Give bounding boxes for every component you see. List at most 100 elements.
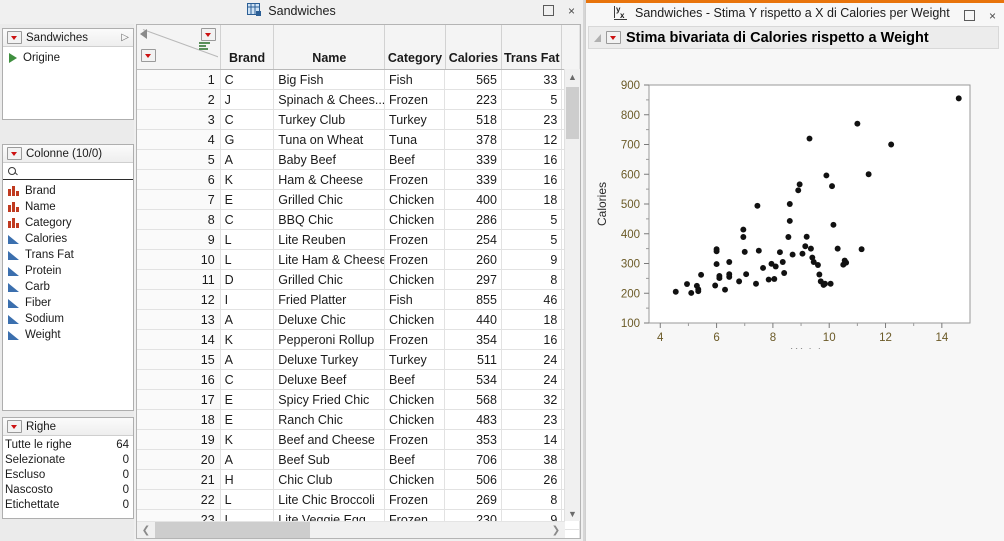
table-row[interactable]: 2 J Spinach & Chees... Frozen 223 5 xyxy=(137,90,580,110)
column-item-brand[interactable]: Brand xyxy=(3,183,133,199)
row-number-cell[interactable]: 8 xyxy=(137,210,221,229)
table-cell-calories[interactable]: 223 xyxy=(445,90,502,109)
table-cell-brand[interactable]: L xyxy=(221,490,275,509)
scatter-point[interactable] xyxy=(814,262,821,268)
table-row[interactable]: 18 E Ranch Chic Chicken 483 23 xyxy=(137,410,580,430)
scatter-point[interactable] xyxy=(858,246,865,253)
scatter-point[interactable] xyxy=(688,289,695,296)
scatter-point[interactable] xyxy=(760,264,767,271)
table-cell-transfat[interactable]: 23 xyxy=(502,410,563,429)
column-header-brand[interactable]: Brand xyxy=(220,25,275,69)
scroll-up-icon[interactable]: ▲ xyxy=(565,69,580,84)
table-row[interactable]: 22 L Lite Chic Broccoli Frozen 269 8 xyxy=(137,490,580,510)
row-number-cell[interactable]: 13 xyxy=(137,310,221,329)
scatter-point[interactable] xyxy=(829,183,835,190)
column-item-calories[interactable]: Calories xyxy=(3,231,133,247)
rows-stat-excluded[interactable]: Escluso 0 xyxy=(3,467,133,482)
table-cell-category[interactable]: Chicken xyxy=(385,310,446,329)
table-cell-brand[interactable]: E xyxy=(221,390,275,409)
scatter-point[interactable] xyxy=(722,286,728,293)
table-cell-name[interactable]: Lite Chic Broccoli xyxy=(274,490,386,509)
scatter-point[interactable] xyxy=(736,278,743,285)
table-cell-brand[interactable]: L xyxy=(221,250,275,269)
column-header-trans-fat[interactable]: Trans Fat xyxy=(502,25,563,69)
red-triangle-menu-icon[interactable] xyxy=(7,420,22,433)
table-cell-category[interactable]: Beef xyxy=(385,370,446,389)
scatter-point[interactable] xyxy=(712,282,719,289)
table-cell-brand[interactable]: K xyxy=(221,430,275,449)
row-number-cell[interactable]: 10 xyxy=(137,250,221,269)
table-cell-calories[interactable]: 506 xyxy=(445,470,502,489)
row-number-cell[interactable]: 12 xyxy=(137,290,221,309)
table-cell-transfat[interactable]: 33 xyxy=(502,70,563,89)
table-cell-name[interactable]: Baby Beef xyxy=(274,150,386,169)
scatter-point[interactable] xyxy=(795,187,802,194)
column-header-partial[interactable] xyxy=(562,25,580,69)
table-cell-category[interactable]: Chicken xyxy=(385,390,446,409)
table-cell-calories[interactable]: 297 xyxy=(445,270,502,289)
table-cell-transfat[interactable]: 16 xyxy=(502,330,563,349)
table-cell-brand[interactable]: H xyxy=(221,470,275,489)
rows-stat-hidden[interactable]: Nascosto 0 xyxy=(3,482,133,497)
scatter-point[interactable] xyxy=(713,261,720,268)
hscroll-track[interactable] xyxy=(155,522,547,538)
table-cell-transfat[interactable]: 12 xyxy=(502,130,563,149)
scatter-point[interactable] xyxy=(716,275,723,282)
column-header-calories[interactable]: Calories xyxy=(445,25,503,69)
table-cell-calories[interactable]: 269 xyxy=(445,490,502,509)
table-cell-name[interactable]: Grilled Chic xyxy=(274,270,386,289)
table-row[interactable]: 12 I Fried Platter Fish 855 46 xyxy=(137,290,580,310)
row-number-cell[interactable]: 17 xyxy=(137,390,221,409)
scatter-point[interactable] xyxy=(796,181,803,188)
row-number-cell[interactable]: 18 xyxy=(137,410,221,429)
scrollbar-thumb[interactable] xyxy=(566,87,579,139)
table-cell-calories[interactable]: 353 xyxy=(445,430,502,449)
table-cell-name[interactable]: Deluxe Chic xyxy=(274,310,386,329)
table-row[interactable]: 9 L Lite Reuben Frozen 254 5 xyxy=(137,230,580,250)
table-cell-category[interactable]: Frozen xyxy=(385,250,446,269)
table-cell-calories[interactable]: 354 xyxy=(445,330,502,349)
row-number-cell[interactable]: 9 xyxy=(137,230,221,249)
table-cell-brand[interactable]: L xyxy=(221,230,275,249)
table-cell-category[interactable]: Turkey xyxy=(385,110,446,129)
row-number-cell[interactable]: 4 xyxy=(137,130,221,149)
row-number-cell[interactable]: 2 xyxy=(137,90,221,109)
table-cell-calories[interactable]: 511 xyxy=(445,350,502,369)
scatter-point[interactable] xyxy=(830,221,837,228)
table-cell-name[interactable]: Pepperoni Rollup xyxy=(274,330,386,349)
table-cell-brand[interactable]: C xyxy=(221,370,275,389)
scatter-point[interactable] xyxy=(726,273,733,280)
rows-stat-selected[interactable]: Selezionate 0 xyxy=(3,452,133,467)
disclosure-triangle-icon[interactable] xyxy=(594,33,601,42)
table-cell-brand[interactable]: C xyxy=(221,210,275,229)
row-number-cell[interactable]: 3 xyxy=(137,110,221,129)
maximize-button[interactable] xyxy=(542,4,554,18)
scroll-left-icon[interactable]: ❮ xyxy=(137,525,155,536)
table-cell-category[interactable]: Beef xyxy=(385,450,446,469)
table-cell-brand[interactable]: K xyxy=(221,330,275,349)
table-cell-category[interactable]: Chicken xyxy=(385,470,446,489)
column-item-protein[interactable]: Protein xyxy=(3,263,133,279)
toc-header[interactable]: Sandwiches ▷ xyxy=(3,29,133,47)
row-number-cell[interactable]: 1 xyxy=(137,70,221,89)
table-cell-brand[interactable]: K xyxy=(221,170,275,189)
scatter-point[interactable] xyxy=(741,248,748,255)
scatter-point[interactable] xyxy=(672,288,679,295)
scatter-plot-svg[interactable]: 100 200 300 400 500 600 700 800 900 4 6 8 10 12 14 Weig… xyxy=(586,49,1004,349)
table-cell-name[interactable]: Ham & Cheese xyxy=(274,170,386,189)
table-cell-calories[interactable]: 534 xyxy=(445,370,502,389)
row-number-cell[interactable]: 11 xyxy=(137,270,221,289)
scatter-point[interactable] xyxy=(740,234,747,240)
scatter-point[interactable] xyxy=(781,270,788,276)
table-row[interactable]: 11 D Grilled Chic Chicken 297 8 xyxy=(137,270,580,290)
close-icon[interactable]: × xyxy=(989,10,996,22)
toc-item-origine[interactable]: Origine xyxy=(9,50,133,66)
table-cell-calories[interactable]: 260 xyxy=(445,250,502,269)
column-item-fiber[interactable]: Fiber xyxy=(3,295,133,311)
table-cell-name[interactable]: Grilled Chic xyxy=(274,190,386,209)
scatter-point[interactable] xyxy=(695,288,702,295)
scatter-point[interactable] xyxy=(854,120,861,127)
column-item-name[interactable]: Name xyxy=(3,199,133,215)
red-triangle-menu-icon[interactable] xyxy=(7,147,22,160)
scatter-point[interactable] xyxy=(698,271,705,278)
